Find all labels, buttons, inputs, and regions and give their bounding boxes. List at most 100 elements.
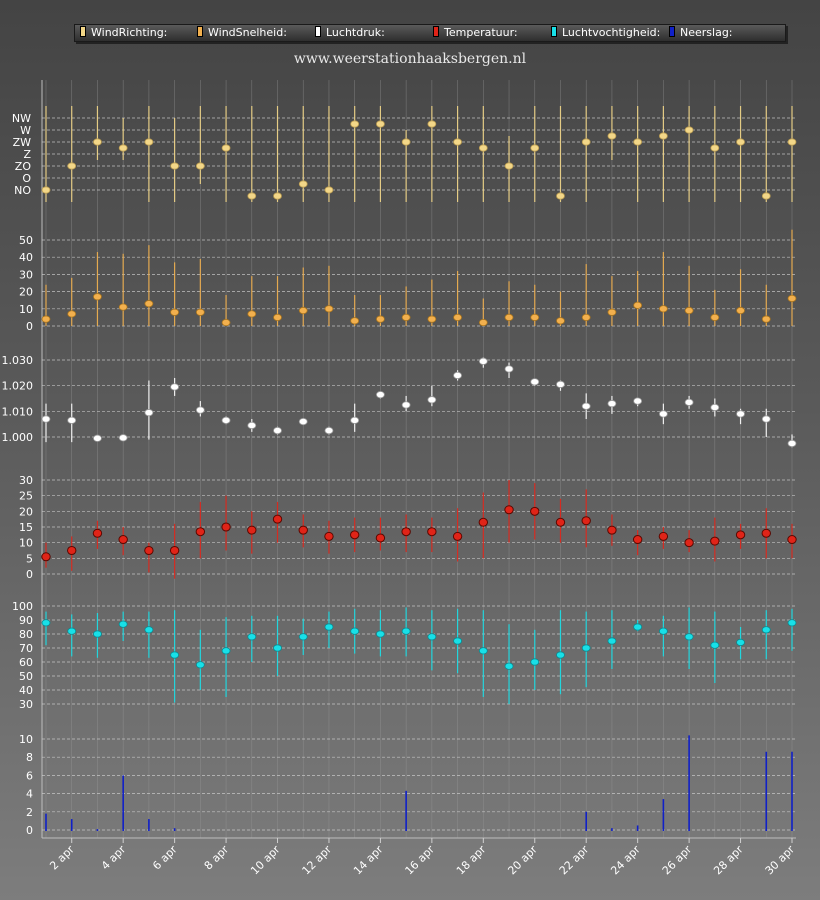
- data-point: [41, 415, 51, 423]
- data-point: [633, 397, 643, 405]
- data-point: [736, 306, 745, 315]
- data-point: [761, 626, 771, 634]
- data-point: [195, 162, 205, 170]
- data-point: [401, 627, 411, 635]
- data-point: [324, 623, 334, 631]
- data-point: [607, 637, 617, 645]
- data-point: [376, 315, 385, 323]
- data-point: [401, 401, 411, 409]
- data-point: [581, 313, 591, 321]
- data-point: [195, 527, 206, 537]
- y-tick-label: 1.020: [2, 380, 34, 393]
- data-point: [453, 637, 462, 645]
- x-tick-label: 14 apr: [351, 843, 386, 878]
- x-tick-label: 28 apr: [711, 843, 746, 878]
- data-point: [93, 293, 102, 301]
- x-tick-label: 4 apr: [99, 843, 129, 873]
- data-point: [684, 306, 694, 315]
- data-point: [67, 416, 77, 424]
- data-point: [67, 546, 77, 555]
- data-point: [247, 421, 257, 430]
- data-point: [118, 535, 128, 545]
- data-point: [118, 434, 128, 442]
- y-tick-label: 0: [26, 568, 33, 581]
- y-tick-label: 60: [19, 656, 33, 669]
- data-point: [761, 315, 771, 323]
- data-point: [607, 132, 617, 140]
- data-point: [118, 620, 128, 628]
- data-point: [273, 313, 282, 321]
- data-point: [376, 630, 385, 638]
- data-point: [170, 308, 180, 316]
- y-tick-label: 1.030: [2, 354, 34, 367]
- data-point: [530, 378, 540, 386]
- data-point: [41, 315, 51, 323]
- data-point: [607, 308, 617, 316]
- x-tick-label: 16 apr: [403, 843, 438, 878]
- data-point: [221, 144, 231, 152]
- data-point: [504, 313, 514, 321]
- x-tick-label: 20 apr: [505, 843, 540, 878]
- data-point: [144, 409, 154, 417]
- data-point: [710, 144, 720, 152]
- x-tick-label: 30 apr: [763, 843, 798, 878]
- data-point: [736, 638, 745, 647]
- y-tick-label: 20: [19, 505, 33, 518]
- data-point: [736, 410, 745, 418]
- y-tick-label: 2: [26, 806, 33, 819]
- data-point: [633, 623, 643, 631]
- data-point: [761, 415, 771, 423]
- data-point: [144, 300, 154, 308]
- data-point: [67, 627, 77, 635]
- data-point: [169, 546, 180, 555]
- y-tick-label: 1.000: [2, 431, 34, 444]
- y-tick-label: 25: [19, 490, 33, 503]
- y-tick-label: NW: [12, 112, 31, 125]
- data-point: [710, 536, 720, 546]
- data-point: [478, 517, 489, 527]
- data-point: [350, 627, 360, 635]
- data-point: [427, 315, 437, 323]
- data-point: [453, 138, 462, 146]
- y-tick-label: 80: [19, 628, 33, 641]
- data-point: [298, 306, 308, 315]
- y-tick-label: 90: [19, 614, 33, 627]
- data-point: [118, 144, 128, 152]
- data-point: [144, 626, 154, 634]
- data-point: [427, 527, 437, 537]
- data-point: [170, 162, 180, 170]
- data-point: [195, 406, 205, 414]
- data-point: [401, 313, 411, 321]
- data-point: [67, 310, 77, 318]
- data-point: [247, 310, 257, 318]
- data-point: [761, 192, 771, 200]
- y-tick-label: 4: [26, 788, 33, 801]
- data-point: [427, 633, 437, 641]
- data-point: [504, 365, 514, 373]
- y-tick-label: 10: [19, 537, 33, 550]
- y-tick-label: 15: [19, 521, 33, 534]
- data-point: [633, 138, 643, 146]
- data-point: [710, 641, 720, 649]
- data-point: [658, 132, 668, 140]
- y-tick-label: 100: [12, 600, 33, 613]
- data-point: [478, 647, 488, 655]
- y-tick-label: 30: [19, 268, 33, 281]
- data-point: [247, 192, 257, 200]
- data-point: [658, 305, 668, 313]
- data-point: [658, 531, 669, 541]
- y-tick-label: 5: [26, 552, 33, 565]
- data-point: [298, 633, 308, 641]
- data-point: [144, 546, 154, 555]
- data-point: [736, 138, 745, 146]
- y-tick-label: 20: [19, 286, 33, 299]
- data-point: [92, 528, 103, 538]
- y-tick-label: 6: [26, 769, 33, 782]
- y-tick-label: 8: [26, 751, 33, 764]
- data-point: [684, 633, 694, 641]
- y-tick-label: 0: [26, 824, 33, 837]
- data-point: [170, 651, 180, 659]
- data-point: [453, 313, 462, 321]
- series-temperatuur: [41, 480, 797, 579]
- data-point: [581, 644, 591, 652]
